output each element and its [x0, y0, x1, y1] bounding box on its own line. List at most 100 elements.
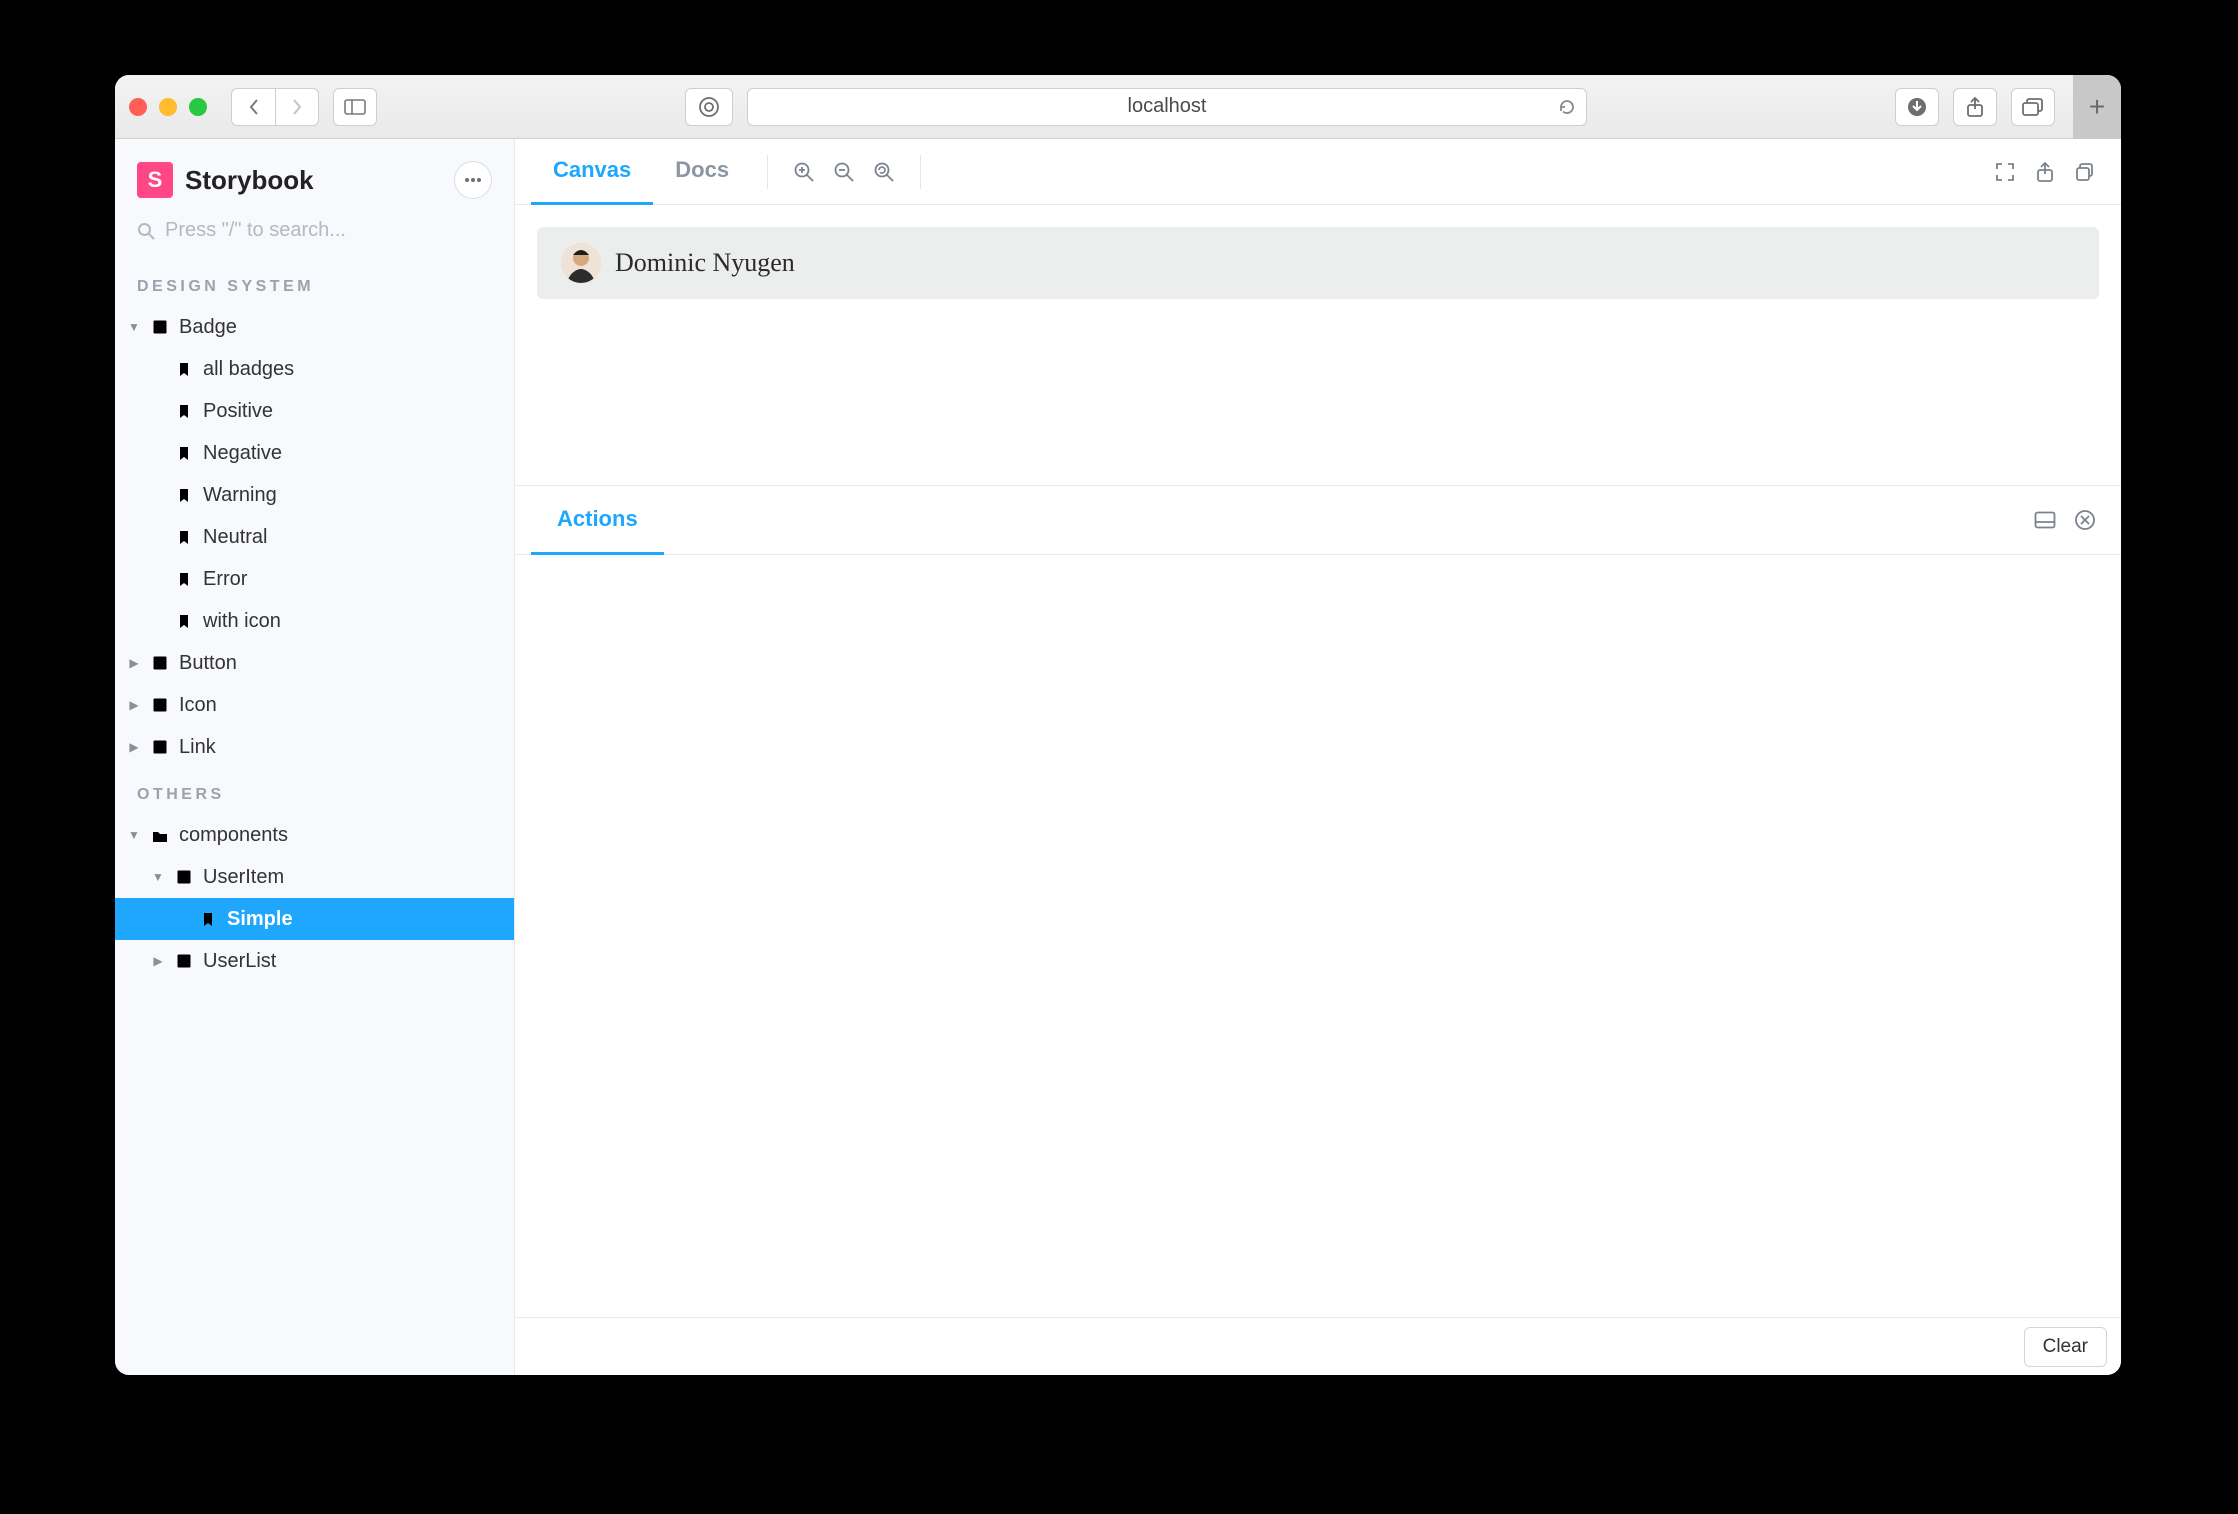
caret-right-icon: ▶ [127, 698, 141, 712]
address-bar[interactable]: localhost [747, 88, 1587, 126]
nav-group [231, 88, 319, 126]
sidebar-item-neutral[interactable]: ▶ Neutral [115, 516, 514, 558]
search-field[interactable] [115, 213, 514, 260]
tabs-button[interactable] [2011, 88, 2055, 126]
story-icon [173, 571, 195, 588]
sidebar-section-design-system: DESIGN SYSTEM [115, 260, 514, 306]
caret-down-icon: ▼ [127, 320, 141, 334]
caret-right-icon: ▶ [127, 740, 141, 754]
preview-toolbar: Canvas Docs [515, 139, 2121, 205]
new-tab-button[interactable]: + [2073, 75, 2121, 139]
sidebar-item-warning[interactable]: ▶ Warning [115, 474, 514, 516]
component-icon [149, 697, 171, 713]
sidebar-item-label: Icon [179, 694, 502, 717]
fullscreen-button[interactable] [1985, 152, 2025, 192]
window-controls [129, 98, 207, 116]
close-window-button[interactable] [129, 98, 147, 116]
story-icon [173, 445, 195, 462]
storybook-app: S Storybook DESIGN SYSTEM ▼ Badg [115, 139, 2121, 1375]
sidebar-toggle-button[interactable] [333, 88, 377, 126]
actions-panel [515, 555, 2121, 1317]
component-icon [149, 319, 171, 335]
sidebar: S Storybook DESIGN SYSTEM ▼ Badg [115, 139, 515, 1375]
canvas-preview: Dominic Nyugen [515, 205, 2121, 485]
search-icon [137, 222, 155, 240]
sidebar-item-label: Badge [179, 316, 502, 339]
sidebar-item-label: Button [179, 652, 502, 675]
sidebar-item-label: Link [179, 736, 502, 759]
brand-mark-icon: S [137, 162, 173, 198]
privacy-button[interactable] [685, 88, 733, 126]
addons-tab-actions[interactable]: Actions [531, 485, 664, 555]
sidebar-item-label: components [179, 824, 502, 847]
story-icon [173, 361, 195, 378]
sidebar-item-all-badges[interactable]: ▶ all badges [115, 348, 514, 390]
downloads-button[interactable] [1895, 88, 1939, 126]
share-button[interactable] [1953, 88, 1997, 126]
sidebar-item-label: all badges [203, 358, 502, 381]
sidebar-item-components[interactable]: ▼ components [115, 814, 514, 856]
toolbar-separator [920, 155, 921, 189]
sidebar-item-negative[interactable]: ▶ Negative [115, 432, 514, 474]
sidebar-item-icon[interactable]: ▶ Icon [115, 684, 514, 726]
brand-name: Storybook [185, 165, 314, 196]
sidebar-item-badge[interactable]: ▼ Badge [115, 306, 514, 348]
clear-button[interactable]: Clear [2024, 1327, 2107, 1367]
safari-window: localhost + S Storybook [115, 75, 2121, 1375]
sidebar-item-with-icon[interactable]: ▶ with icon [115, 600, 514, 642]
story-icon [173, 529, 195, 546]
zoom-window-button[interactable] [189, 98, 207, 116]
address-bar-text: localhost [1128, 95, 1207, 118]
search-input[interactable] [165, 219, 492, 242]
zoom-in-button[interactable] [784, 152, 824, 192]
zoom-out-button[interactable] [824, 152, 864, 192]
brand: S Storybook [137, 162, 314, 198]
minimize-window-button[interactable] [159, 98, 177, 116]
caret-down-icon: ▼ [151, 870, 165, 884]
panel-position-button[interactable] [2025, 500, 2065, 540]
sidebar-item-label: Warning [203, 484, 502, 507]
sidebar-item-label: Error [203, 568, 502, 591]
component-icon [149, 655, 171, 671]
folder-icon [149, 827, 171, 844]
avatar [561, 243, 601, 283]
sidebar-item-positive[interactable]: ▶ Positive [115, 390, 514, 432]
sidebar-item-label: Simple [227, 908, 502, 931]
story-icon [173, 487, 195, 504]
sidebar-item-label: UserList [203, 950, 502, 973]
forward-button[interactable] [275, 88, 319, 126]
story-icon [197, 911, 219, 928]
sidebar-item-label: Neutral [203, 526, 502, 549]
reload-icon[interactable] [1558, 98, 1576, 116]
component-icon [173, 869, 195, 885]
close-panel-button[interactable] [2065, 500, 2105, 540]
addons-tabs: Actions [515, 485, 2121, 555]
caret-down-icon: ▼ [127, 828, 141, 842]
sidebar-item-label: UserItem [203, 866, 502, 889]
caret-right-icon: ▶ [127, 656, 141, 670]
sidebar-item-error[interactable]: ▶ Error [115, 558, 514, 600]
component-icon [173, 953, 195, 969]
toolbar-separator [767, 155, 768, 189]
copy-link-button[interactable] [2065, 152, 2105, 192]
sidebar-item-useritem[interactable]: ▼ UserItem [115, 856, 514, 898]
tab-docs[interactable]: Docs [653, 139, 751, 205]
user-item: Dominic Nyugen [537, 227, 2099, 299]
sidebar-item-button[interactable]: ▶ Button [115, 642, 514, 684]
tab-canvas[interactable]: Canvas [531, 139, 653, 205]
user-name: Dominic Nyugen [615, 248, 795, 278]
sidebar-item-label: Negative [203, 442, 502, 465]
menu-button[interactable] [454, 161, 492, 199]
sidebar-item-simple[interactable]: ▶ Simple [115, 898, 514, 940]
back-button[interactable] [231, 88, 275, 126]
sidebar-item-label: with icon [203, 610, 502, 633]
main-panel: Canvas Docs [515, 139, 2121, 1375]
open-isolated-button[interactable] [2025, 152, 2065, 192]
zoom-reset-button[interactable] [864, 152, 904, 192]
sidebar-item-userlist[interactable]: ▶ UserList [115, 940, 514, 982]
sidebar-item-label: Positive [203, 400, 502, 423]
component-icon [149, 739, 171, 755]
addons-footer: Clear [515, 1317, 2121, 1375]
sidebar-item-link[interactable]: ▶ Link [115, 726, 514, 768]
story-icon [173, 613, 195, 630]
